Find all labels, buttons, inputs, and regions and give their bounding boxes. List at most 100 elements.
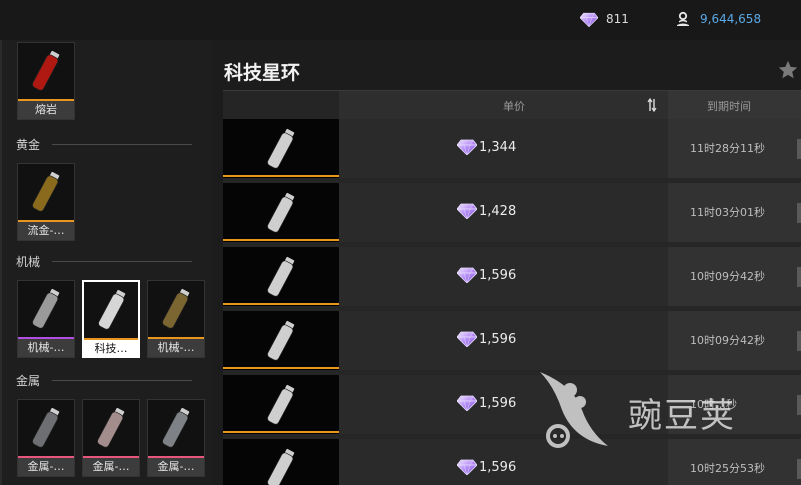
skin-tile-label: 金属-… [148, 458, 204, 476]
price: 1,596 [457, 267, 516, 283]
price-value: 1,428 [479, 203, 517, 219]
table-row[interactable]: 1,596 10时09分42秒 [223, 247, 801, 306]
category-heading-label: 机械 [16, 255, 41, 269]
row-action-handle[interactable] [797, 139, 801, 159]
expiry-time: 10时25分53秒 [690, 462, 765, 475]
diamond-icon [457, 459, 477, 475]
row-action-handle[interactable] [797, 331, 801, 351]
skin-tile-label: 流金-… [18, 222, 74, 240]
tech-ring-spraycan-image [267, 187, 295, 239]
mechanical-spraycan-image [20, 283, 72, 335]
category-sidebar[interactable]: 熔岩 黄金 流金-… 机械 机械-… 科技… 机械-… 金属 金属-… 金属-…… [0, 40, 212, 485]
header-image-cell [223, 91, 339, 120]
coin-balance-value: 9,644,658 [700, 12, 762, 26]
price-value: 1,344 [479, 139, 517, 155]
tech-ring-spraycan-image [267, 443, 295, 485]
price-value: 1,596 [479, 395, 517, 411]
metal-steel-spraycan-image [150, 402, 202, 454]
category-heading-label: 金属 [16, 374, 41, 388]
price: 1,428 [457, 203, 516, 219]
table-header: 单价 到期时间 [223, 90, 801, 120]
tech-ring-spraycan-image [267, 379, 295, 431]
item-thumbnail [223, 311, 339, 370]
diamond-icon [457, 139, 477, 155]
table-row[interactable]: 1,428 11时03分01秒 [223, 183, 801, 242]
wandoujia-watermark: 豌豆荚 [534, 366, 774, 454]
diamond-icon [457, 395, 477, 411]
item-thumbnail [223, 119, 339, 178]
sort-arrows-icon[interactable] [647, 97, 657, 113]
table-row[interactable]: 1,344 11时28分11秒 [223, 119, 801, 178]
column-header-price[interactable]: 单价 [503, 98, 525, 114]
price-value: 1,596 [479, 267, 517, 283]
heading-rule [52, 144, 192, 145]
page-title: 科技星环 [224, 62, 301, 84]
skin-tile-tech-ring-selected[interactable]: 科技… [82, 280, 140, 358]
skin-tile-metal-3[interactable]: 金属-… [147, 399, 205, 477]
gem-balance: 811 [580, 9, 629, 29]
rarity-bar [223, 431, 339, 433]
expiry-time: 10时09分42秒 [690, 334, 765, 347]
column-header-expiry[interactable]: 到期时间 [707, 98, 751, 114]
skin-tile-label: 金属-… [18, 458, 74, 476]
sidebar-divider [0, 40, 2, 485]
skin-tile-lava[interactable]: 熔岩 [17, 42, 75, 120]
price: 1,596 [457, 459, 516, 475]
expiry-time: 11时28分11秒 [690, 142, 765, 155]
skin-tile-metal-1[interactable]: 金属-… [17, 399, 75, 477]
expiry-cell: 11时28分11秒 [668, 119, 801, 178]
heading-rule [52, 261, 192, 262]
mechanical-gold-spraycan-image [150, 283, 202, 335]
expiry-cell: 10时09分42秒 [668, 247, 801, 306]
skin-tile-label: 机械-… [148, 339, 204, 357]
expiry-time: 10时09分42秒 [690, 270, 765, 283]
diamond-icon [457, 267, 477, 283]
expiry-cell: 11时03分01秒 [668, 183, 801, 242]
diamond-icon [457, 331, 477, 347]
gem-balance-value: 811 [606, 12, 629, 26]
skin-tile-mechanical-1[interactable]: 机械-… [17, 280, 75, 358]
expiry-time: 11时03分01秒 [690, 206, 765, 219]
watermark-text: 豌豆荚 [628, 396, 736, 436]
item-thumbnail [223, 439, 339, 485]
skin-tile-gold[interactable]: 流金-… [17, 163, 75, 241]
gold-spraycan-image [20, 166, 72, 218]
rarity-bar [223, 367, 339, 369]
lava-spraycan-image [20, 45, 72, 97]
diamond-icon [457, 203, 477, 219]
tech-ring-spraycan-image [267, 315, 295, 367]
skin-tile-label: 熔岩 [18, 101, 74, 119]
price-value: 1,596 [479, 331, 517, 347]
price: 1,596 [457, 395, 516, 411]
metal-rose-spraycan-image [85, 402, 137, 454]
category-heading-mechanical: 机械 [16, 253, 192, 270]
metal-spraycan-image [20, 402, 72, 454]
rarity-bar [223, 239, 339, 241]
skin-tile-label: 金属-… [83, 458, 139, 476]
category-heading-metal: 金属 [16, 372, 192, 389]
favorite-star-icon[interactable] [777, 59, 799, 81]
expiry-cell: 10时09分42秒 [668, 311, 801, 370]
tech-ring-spraycan-image [267, 251, 295, 303]
row-action-handle[interactable] [797, 267, 801, 287]
row-action-handle[interactable] [797, 459, 801, 479]
skin-tile-mechanical-2[interactable]: 机械-… [147, 280, 205, 358]
item-thumbnail [223, 247, 339, 306]
price: 1,344 [457, 139, 516, 155]
tech-ring-spraycan-image [86, 284, 138, 336]
rarity-bar [223, 175, 339, 177]
heading-rule [52, 380, 192, 381]
skin-tile-label: 科技… [84, 340, 138, 358]
coin-stack-icon [677, 11, 689, 26]
price: 1,596 [457, 331, 516, 347]
table-row[interactable]: 1,596 10时09分42秒 [223, 311, 801, 370]
category-heading-label: 黄金 [16, 138, 41, 152]
skin-tile-metal-2[interactable]: 金属-… [82, 399, 140, 477]
row-action-handle[interactable] [797, 395, 801, 415]
category-heading-gold: 黄金 [16, 136, 192, 153]
item-thumbnail [223, 375, 339, 434]
skin-tile-label: 机械-… [18, 339, 74, 357]
peapod-logo-icon [540, 372, 608, 448]
diamond-icon [580, 12, 598, 27]
row-action-handle[interactable] [797, 203, 801, 223]
